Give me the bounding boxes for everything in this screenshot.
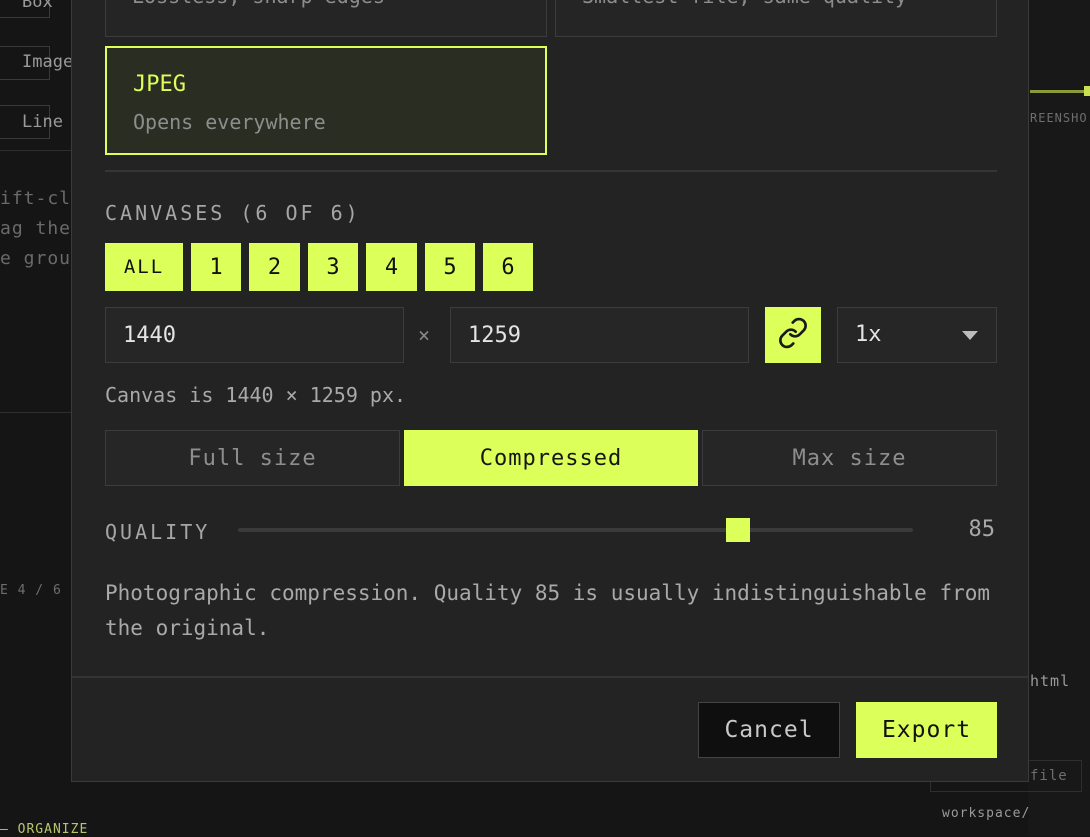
bg-slider-line [1030,90,1086,93]
format-option-jpeg[interactable]: JPEG Opens everywhere [105,46,547,155]
bg-tool-label: Box [22,0,53,12]
bg-label: html [1030,672,1071,690]
bg-right-panel: REENSHO html file [930,0,1090,836]
compression-max-size[interactable]: Max size [702,430,997,486]
canvases-label: CANVASES (6 OF 6) [105,201,361,225]
format-option-desc: Opens everywhere [133,110,326,134]
width-input[interactable]: 1440 [105,307,404,363]
link-icon [777,317,809,353]
compression-full-size[interactable]: Full size [105,430,400,486]
section-divider [105,170,997,172]
format-option-desc: Smallest file, same quality [582,0,907,8]
canvas-chip-2[interactable]: 2 [249,243,300,291]
format-option-lossless[interactable]: Lossless, sharp edges [105,0,547,37]
export-button[interactable]: Export [856,702,997,758]
bg-workspace-label: workspace/ [942,806,1031,821]
bg-slider-thumb [1084,86,1090,96]
bg-page-indicator: E 4 / 6 [0,583,62,598]
canvas-chip-1[interactable]: 1 [191,243,241,291]
chevron-down-icon [962,331,978,340]
bg-label: REENSHO [1030,111,1088,125]
export-dialog: Lossless, sharp edges Smallest file, sam… [71,0,1029,782]
height-input[interactable]: 1259 [450,307,749,363]
quality-description: Photographic compression. Quality 85 is … [105,581,991,640]
quality-slider-thumb[interactable] [726,518,750,542]
canvas-chip-5[interactable]: 5 [425,243,475,291]
canvas-chip-6[interactable]: 6 [483,243,533,291]
compression-compressed[interactable]: Compressed [404,430,698,486]
bg-organize-label: – ORGANIZE [0,822,89,837]
canvas-chip-3[interactable]: 3 [308,243,358,291]
bg-label: file [1030,768,1068,784]
quality-label: QUALITY [105,520,211,544]
format-option-title: JPEG [133,72,186,97]
quality-value: 85 [968,517,996,542]
scale-select[interactable]: 1x [837,307,997,363]
bg-tool-label: Image [22,52,74,72]
times-separator: × [418,323,431,347]
format-option-smallest[interactable]: Smallest file, same quality [555,0,997,37]
footer-divider [72,676,1028,678]
canvas-chip-4[interactable]: 4 [366,243,417,291]
canvas-chip-all[interactable]: ALL [105,243,183,291]
quality-slider-track[interactable] [238,528,913,532]
aspect-lock-button[interactable] [765,307,821,363]
scale-select-value: 1x [855,322,882,347]
format-option-desc: Lossless, sharp edges [132,0,385,8]
bg-tool-label: Line [22,112,63,132]
canvas-size-hint: Canvas is 1440 × 1259 px. [105,383,407,407]
cancel-button[interactable]: Cancel [698,702,840,758]
